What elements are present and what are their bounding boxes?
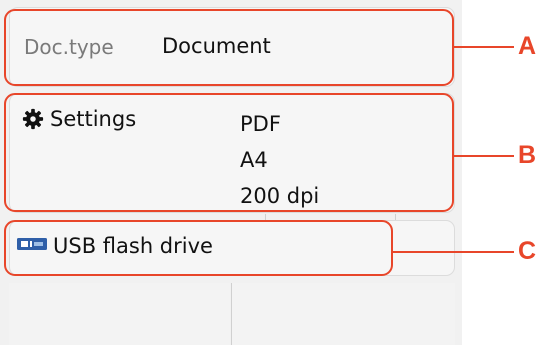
divider	[231, 283, 232, 345]
callout-c-line	[393, 251, 514, 253]
callout-c-frame	[4, 220, 393, 276]
bottom-left-button[interactable]	[9, 283, 230, 345]
callout-a-frame	[4, 9, 454, 86]
divider	[395, 214, 396, 220]
callout-a-line	[454, 46, 514, 48]
callout-a-letter: A	[518, 32, 537, 60]
callout-c-letter: C	[518, 237, 537, 265]
callout-b-letter: B	[518, 141, 537, 169]
callout-b-frame	[4, 93, 454, 212]
bottom-right-button[interactable]	[232, 283, 455, 345]
callout-b-line	[454, 155, 514, 157]
screen: Doc.type Document Settings PDF A4 200 dp…	[0, 0, 551, 345]
